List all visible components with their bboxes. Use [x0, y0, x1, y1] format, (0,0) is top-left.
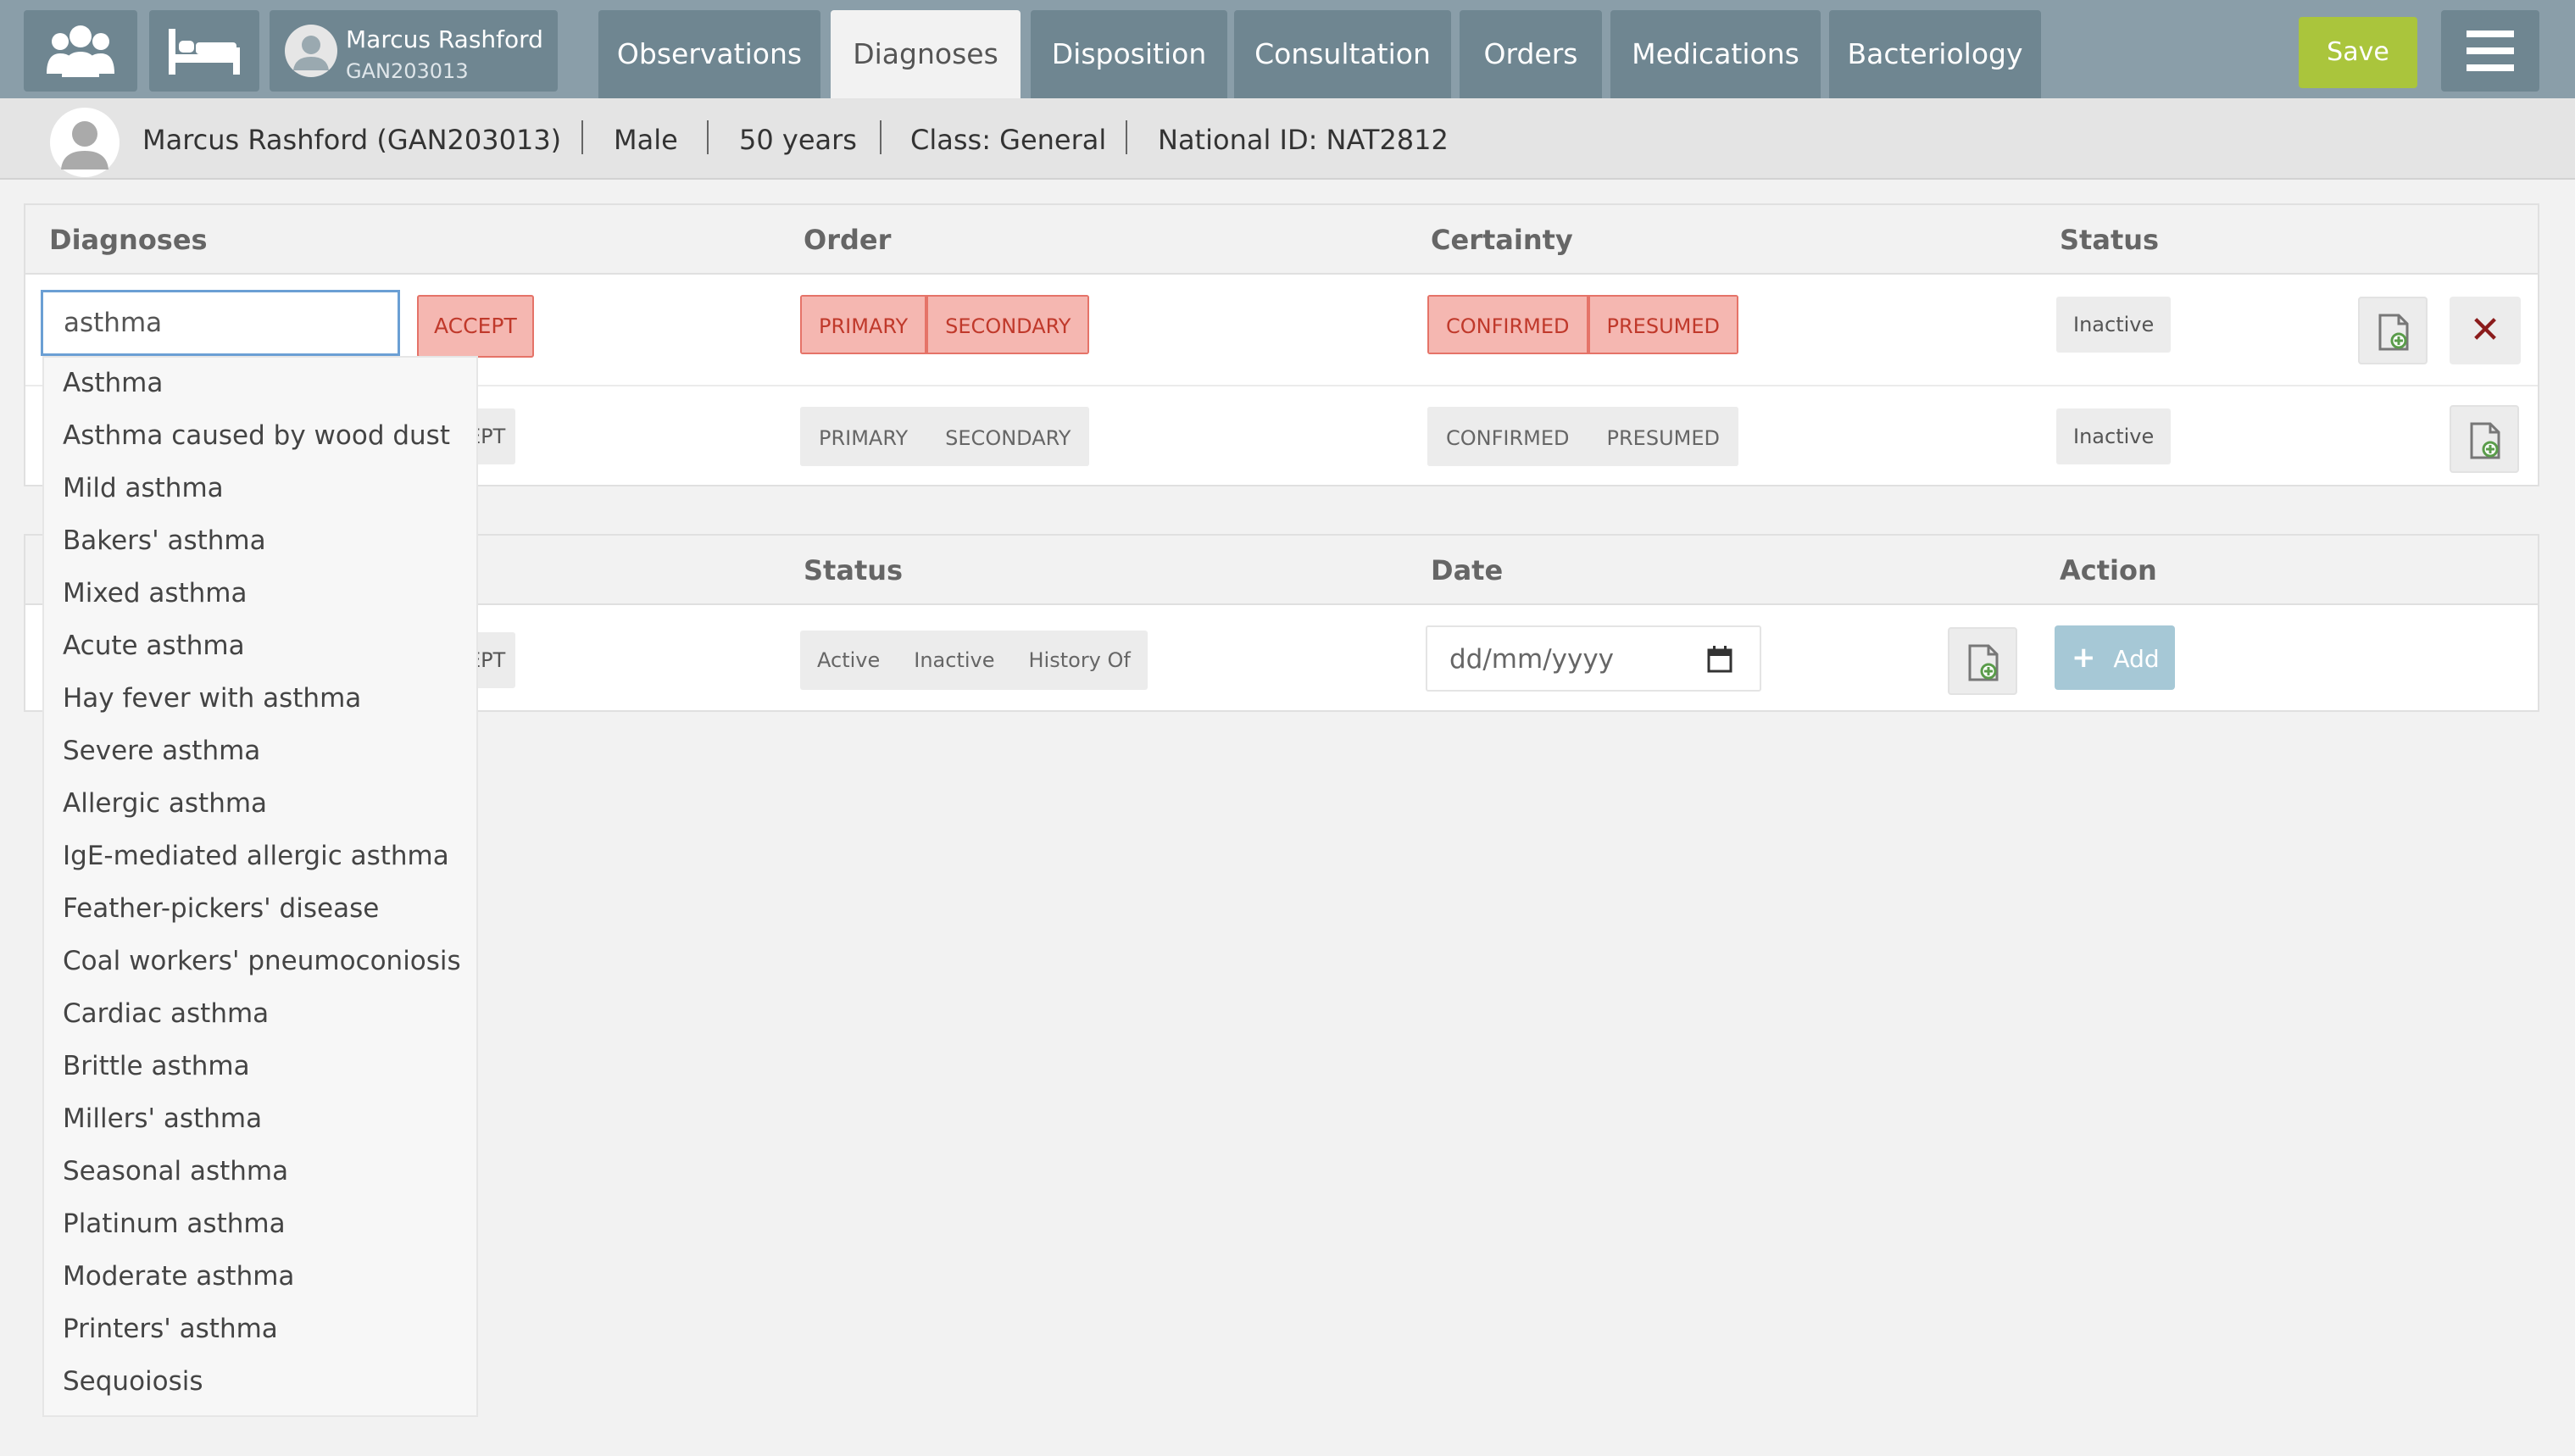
separator	[1126, 120, 1127, 154]
add-button-label: Add	[2113, 645, 2160, 673]
patient-gender: Male	[614, 124, 678, 156]
separator	[707, 120, 709, 154]
status-active-button[interactable]: Active	[800, 631, 898, 690]
patient-avatar-icon	[50, 108, 120, 177]
dropdown-item[interactable]: Asthma	[63, 368, 163, 398]
patient-chip-name: Marcus Rashford	[346, 25, 543, 53]
tab-observations[interactable]: Observations	[598, 10, 820, 98]
dropdown-item[interactable]: Millers' asthma	[63, 1103, 262, 1134]
dropdown-item[interactable]: Mixed asthma	[63, 578, 247, 609]
order-toggle: PRIMARY SECONDARY	[800, 295, 1090, 354]
add-note-button[interactable]	[2358, 297, 2428, 364]
bed-management-button[interactable]	[149, 10, 259, 92]
column-header-date: Date	[1431, 554, 1504, 586]
note-add-icon	[1968, 644, 1999, 681]
dropdown-item[interactable]: Platinum asthma	[63, 1209, 286, 1239]
column-header-certainty: Certainty	[1431, 224, 1573, 256]
certainty-presumed-button[interactable]: PRESUMED	[1588, 407, 1738, 466]
calendar-icon	[1707, 646, 1732, 673]
tab-medications[interactable]: Medications	[1610, 10, 1821, 98]
order-primary-button[interactable]: PRIMARY	[800, 295, 927, 354]
dropdown-item[interactable]: Cardiac asthma	[63, 998, 269, 1029]
add-note-button[interactable]	[2450, 405, 2519, 473]
dropdown-item[interactable]: Severe asthma	[63, 736, 260, 766]
note-add-icon	[2470, 422, 2500, 459]
patient-chip-id: GAN203013	[346, 59, 469, 83]
close-icon: ✕	[2469, 308, 2501, 352]
status-inactive-button[interactable]: Inactive	[2056, 408, 2172, 464]
diagnoses-panel-header: Diagnoses Order Certainty Status	[25, 205, 2538, 275]
column-header-diagnoses: Diagnoses	[49, 224, 208, 256]
order-secondary-button[interactable]: SECONDARY	[926, 295, 1090, 354]
column-header-order: Order	[804, 224, 892, 256]
dropdown-item[interactable]: Bakers' asthma	[63, 525, 266, 556]
save-button[interactable]: Save	[2299, 17, 2417, 88]
dropdown-item[interactable]: Printers' asthma	[63, 1314, 278, 1344]
certainty-toggle: CONFIRMED PRESUMED	[1427, 295, 1738, 354]
order-toggle: PRIMARY SECONDARY	[800, 407, 1090, 466]
patient-national-id: National ID: NAT2812	[1158, 124, 1449, 156]
date-placeholder: dd/mm/yyyy	[1449, 644, 1615, 675]
patient-info-bar: Marcus Rashford (GAN203013) Male 50 year…	[0, 98, 2575, 180]
column-header-action: Action	[2060, 554, 2157, 586]
patient-age: 50 years	[739, 124, 857, 156]
status-history-of-button[interactable]: History Of	[1011, 631, 1148, 690]
hamburger-menu-icon	[2467, 31, 2514, 71]
avatar-icon	[285, 25, 337, 77]
add-note-button[interactable]	[1948, 627, 2017, 695]
remove-diagnosis-button[interactable]: ✕	[2450, 297, 2521, 364]
patients-button[interactable]	[24, 10, 137, 92]
menu-button[interactable]	[2441, 10, 2539, 92]
diagnosis-autocomplete-dropdown: Asthma Asthma caused by wood dust Mild a…	[42, 356, 478, 1417]
note-add-icon	[2378, 314, 2409, 351]
column-header-status: Status	[804, 554, 904, 586]
dropdown-item[interactable]: Coal workers' pneumoconiosis	[63, 946, 461, 976]
dropdown-item[interactable]: Brittle asthma	[63, 1051, 250, 1081]
add-button[interactable]: + Add	[2055, 625, 2175, 690]
tab-diagnoses[interactable]: Diagnoses	[831, 10, 1021, 98]
plus-icon: +	[2072, 641, 2096, 675]
dropdown-item[interactable]: Asthma caused by wood dust	[63, 420, 450, 451]
tab-orders[interactable]: Orders	[1460, 10, 1602, 98]
dropdown-item[interactable]: Seasonal asthma	[63, 1156, 288, 1186]
certainty-confirmed-button[interactable]: CONFIRMED	[1427, 407, 1588, 466]
status-inactive-button[interactable]: Inactive	[2056, 297, 2172, 353]
condition-status-toggle: Active Inactive History Of	[800, 631, 1148, 690]
dropdown-item[interactable]: IgE-mediated allergic asthma	[63, 841, 449, 871]
certainty-toggle: CONFIRMED PRESUMED	[1427, 407, 1738, 466]
top-navigation-bar: Marcus Rashford GAN203013 Observations D…	[0, 0, 2575, 98]
separator	[581, 120, 583, 154]
status-inactive-button[interactable]: Inactive	[897, 631, 1012, 690]
column-header-status: Status	[2060, 224, 2160, 256]
dropdown-item[interactable]: Feather-pickers' disease	[63, 893, 379, 924]
dropdown-item[interactable]: Allergic asthma	[63, 788, 267, 819]
dropdown-item[interactable]: Acute asthma	[63, 631, 245, 661]
bed-icon	[169, 29, 240, 75]
users-icon	[47, 25, 114, 77]
accept-button[interactable]: ACCEPT	[417, 295, 534, 358]
patient-class: Class: General	[910, 124, 1107, 156]
dropdown-item[interactable]: Hay fever with asthma	[63, 683, 361, 714]
patient-name-id: Marcus Rashford (GAN203013)	[142, 124, 562, 156]
order-secondary-button[interactable]: SECONDARY	[926, 407, 1090, 466]
patient-chip[interactable]: Marcus Rashford GAN203013	[270, 10, 558, 92]
tab-consultation[interactable]: Consultation	[1234, 10, 1451, 98]
dropdown-item[interactable]: Mild asthma	[63, 473, 224, 503]
dropdown-item[interactable]: Sequoiosis	[63, 1366, 203, 1397]
order-primary-button[interactable]: PRIMARY	[800, 407, 927, 466]
dropdown-item[interactable]: Moderate asthma	[63, 1261, 294, 1292]
certainty-presumed-button[interactable]: PRESUMED	[1588, 295, 1738, 354]
certainty-confirmed-button[interactable]: CONFIRMED	[1427, 295, 1588, 354]
tab-disposition[interactable]: Disposition	[1031, 10, 1227, 98]
diagnosis-search-input[interactable]	[41, 290, 400, 356]
tab-bacteriology[interactable]: Bacteriology	[1829, 10, 2041, 98]
date-input[interactable]: dd/mm/yyyy	[1426, 625, 1761, 692]
separator	[880, 120, 882, 154]
